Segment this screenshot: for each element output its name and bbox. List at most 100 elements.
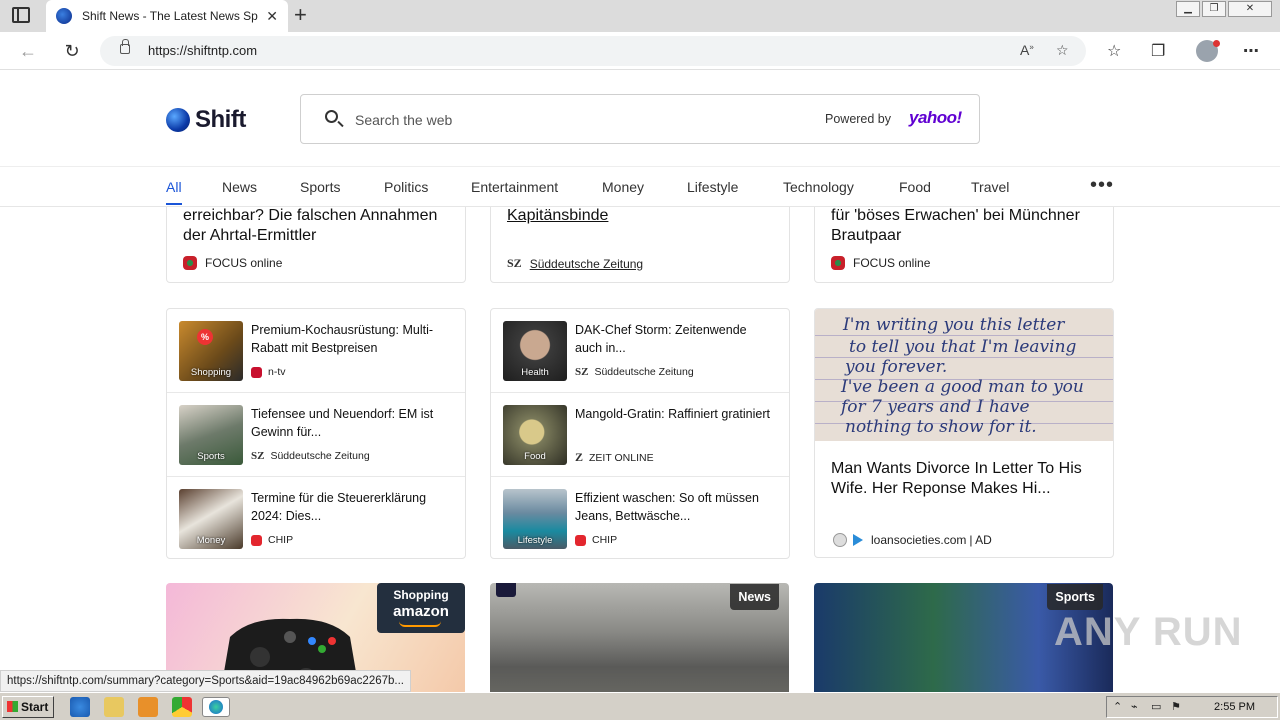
news-card-source: FOCUS online [183,256,282,270]
amazon-badge: Shopping amazon [377,583,465,633]
category-label: Health [521,367,549,378]
list-item[interactable]: Money Termine für die Steuererklärung 20… [167,477,465,558]
category-nav: All News Sports Politics Entertainment M… [0,167,1280,207]
url-text[interactable]: https://shiftntp.com [148,43,257,58]
sponsored-card[interactable]: I'm writing you this letter to tell you … [814,308,1114,558]
nav-item-all[interactable]: All [166,179,182,205]
nav-item-technology[interactable]: Technology [783,179,854,195]
nav-item-lifestyle[interactable]: Lifestyle [687,179,738,195]
thumbnail-image: Money [179,489,243,549]
media-player-icon[interactable] [138,697,158,717]
letter-line: nothing to show for it. [845,417,1037,437]
list-item-title[interactable]: Termine für die Steuererklärung 2024: Di… [251,489,451,525]
nav-item-entertainment[interactable]: Entertainment [471,179,558,195]
clock[interactable]: 2:55 PM [1214,701,1255,713]
chip-icon [575,534,586,546]
search-input[interactable] [355,109,755,131]
tray-chevron-icon[interactable]: ⌃ [1113,700,1122,713]
nav-item-money[interactable]: Money [602,179,644,195]
ie-icon[interactable] [70,697,90,717]
chrome-icon[interactable] [172,697,192,717]
list-item-title[interactable]: Tiefensee und Neuendorf: EM ist Gewinn f… [251,405,451,441]
add-favorite-icon[interactable]: ☆ [1056,42,1069,59]
read-aloud-icon[interactable]: A» [1020,42,1034,58]
shift-logo[interactable]: Shift [166,106,246,134]
list-item-title[interactable]: Effizient waschen: So oft müssen Jeans, … [575,489,775,525]
nav-item-sports[interactable]: Sports [300,179,340,195]
edge-taskbar-button[interactable] [202,697,230,717]
taskbar: Start ⌃ ⌁ ▭ ⚑ 2:55 PM [0,692,1280,720]
anyrun-watermark: ANY RUN [1054,610,1243,654]
source-name: ZEIT ONLINE [589,451,654,464]
powered-by-label: Powered by [825,112,892,126]
shift-favicon-icon [56,8,72,24]
close-window-button[interactable]: ✕ [1228,1,1272,17]
handwritten-letter-image: I'm writing you this letter to tell you … [815,309,1113,441]
source-name: FOCUS online [205,256,283,270]
start-button[interactable]: Start [2,696,54,718]
adchoices-icon[interactable] [853,534,863,546]
list-item[interactable]: Health DAK-Chef Storm: Zeitenwende auch … [491,309,789,393]
back-icon[interactable]: ← [16,40,40,62]
category-badge: Shopping [393,588,449,602]
letter-line: you forever. [845,357,948,377]
advertiser-name[interactable]: loansocieties.com [871,533,966,547]
list-item[interactable]: Sports Tiefensee und Neuendorf: EM ist G… [167,393,465,477]
restore-button[interactable]: ❐ [1202,1,1226,17]
tab-title: Shift News - The Latest News Spo [82,9,258,23]
letter-line: for 7 years and I have [841,397,1030,417]
sponsored-card-source: loansocieties.com | AD [833,533,992,547]
browser-tab[interactable]: Shift News - The Latest News Spo ✕ [46,0,288,32]
search-icon[interactable] [325,110,338,123]
focus-online-icon [183,256,197,270]
news-card-source: SZ Süddeutsche Zeitung [507,256,643,271]
tab-close-icon[interactable]: ✕ [266,8,278,25]
sz-icon: SZ [251,450,265,462]
category-label: Food [524,451,546,462]
news-card-large[interactable]: News [490,583,789,692]
thumbnail-image: Food [503,405,567,465]
tray-display-icon[interactable]: ▭ [1151,700,1161,713]
nav-item-news[interactable]: News [222,179,257,195]
tray-network-icon[interactable]: ⌁ [1131,700,1138,713]
profile-avatar[interactable] [1196,40,1220,62]
shift-logo-icon [166,108,190,132]
tray-flag-icon[interactable]: ⚑ [1171,700,1181,713]
list-item-title[interactable]: Premium-Kochausrüstung: Multi-Rabatt mit… [251,321,451,357]
nav-item-travel[interactable]: Travel [971,179,1009,195]
lock-icon[interactable] [120,39,130,54]
list-item[interactable]: Food Mangold-Gratin: Raffiniert gratinie… [491,393,789,477]
source-name: Süddeutsche Zeitung [270,450,370,462]
nav-item-politics[interactable]: Politics [384,179,428,195]
list-item-title[interactable]: Mangold-Gratin: Raffiniert gratiniert [575,405,775,423]
thumbnail-image: Health [503,321,567,381]
news-card-title[interactable]: erreichbar? Die falschen Annahmen der Ah… [183,207,451,246]
news-card[interactable]: erreichbar? Die falschen Annahmen der Ah… [166,207,466,283]
list-item-title[interactable]: DAK-Chef Storm: Zeitenwende auch in... [575,321,775,357]
collections-icon[interactable]: ❐ [1151,41,1165,61]
yahoo-logo[interactable]: yahoo! [909,108,962,128]
sponsored-card-title[interactable]: Man Wants Divorce In Letter To His Wife.… [831,459,1097,499]
list-item[interactable]: Lifestyle Effizient waschen: So oft müss… [491,477,789,558]
source-name: n-tv [268,366,286,378]
minimize-button[interactable]: ▁ [1176,1,1200,17]
ntv-icon [251,366,262,378]
sz-icon: SZ [507,256,522,270]
nav-item-food[interactable]: Food [899,179,931,195]
more-options-icon[interactable]: ⋯ [1243,41,1259,61]
explorer-icon[interactable] [104,697,124,717]
tab-actions-icon[interactable] [12,7,30,23]
news-card[interactable]: Kapitänsbinde SZ Süddeutsche Zeitung [490,207,790,283]
refresh-icon[interactable]: ↻ [60,40,84,62]
news-card-title[interactable]: Kapitänsbinde [507,207,775,226]
news-card[interactable]: für 'böses Erwachen' bei Münchner Brautp… [814,207,1114,283]
list-item-source: SZ Süddeutsche Zeitung [251,450,370,462]
news-list-card: % Shopping Premium-Kochausrüstung: Multi… [166,308,466,559]
news-card-title[interactable]: für 'böses Erwachen' bei Münchner Brautp… [831,207,1099,246]
favorites-icon[interactable]: ☆ [1107,41,1121,61]
address-bar[interactable]: https://shiftntp.com A» ☆ [100,36,1086,66]
more-categories-icon[interactable]: ••• [1090,175,1114,195]
new-tab-icon[interactable]: + [294,4,307,26]
list-item[interactable]: % Shopping Premium-Kochausrüstung: Multi… [167,309,465,393]
category-label: Money [196,535,226,546]
